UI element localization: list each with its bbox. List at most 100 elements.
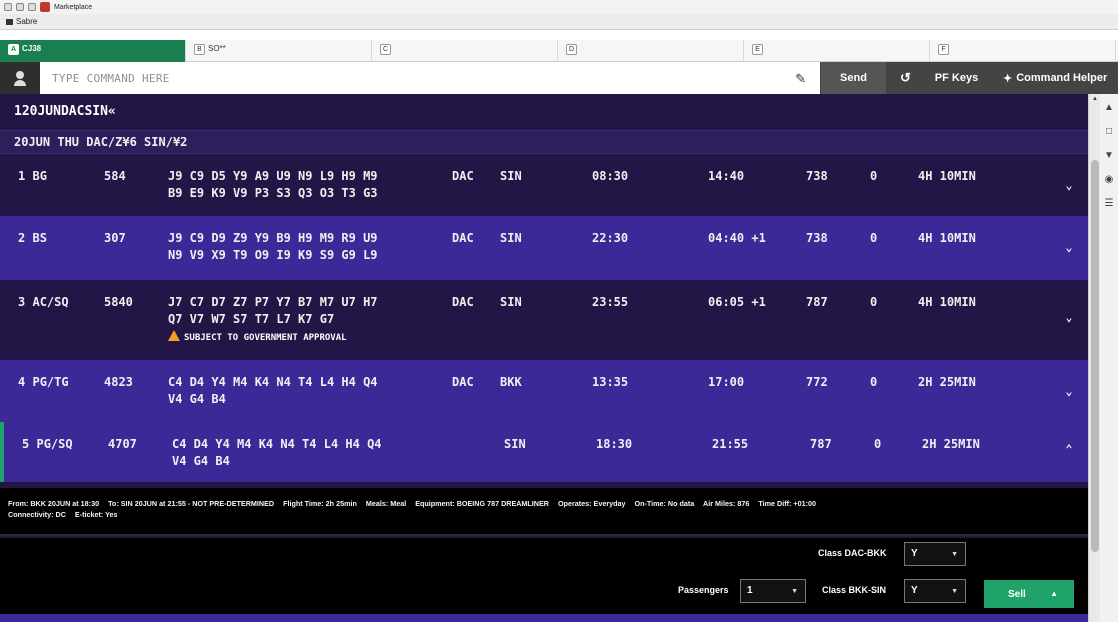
- document-icon[interactable]: □: [1100, 126, 1118, 142]
- detail-time-diff: Time Diff: +01:00: [758, 499, 816, 508]
- pf-keys-button[interactable]: PF Keys: [924, 62, 988, 94]
- row-depart: 08:30: [592, 169, 629, 183]
- tab-label: SO**: [208, 44, 226, 53]
- classes-line-2: V4 G4 B4: [168, 392, 226, 406]
- sell-label: Sell: [1008, 588, 1026, 600]
- settings-icon[interactable]: ◉: [1100, 174, 1118, 190]
- row-depart: 23:55: [592, 295, 629, 309]
- row-arrive: 17:00: [708, 375, 744, 389]
- tab-letter: E: [752, 44, 763, 55]
- chevron-down-icon[interactable]: ⌄: [1062, 384, 1076, 398]
- row-depart: 22:30: [592, 231, 629, 245]
- row-stops: 0: [870, 169, 878, 183]
- arrive-offset: +1: [751, 295, 766, 309]
- command-input[interactable]: [40, 62, 780, 94]
- tab-e[interactable]: E: [744, 40, 930, 62]
- marketplace-label[interactable]: Marketplace: [54, 4, 92, 11]
- tab-b[interactable]: B SO**: [186, 40, 372, 62]
- row-airline: BG: [32, 169, 47, 183]
- row-classes: J7 C7 D7 Z7 P7 Y7 B7 M7 U7 H7 Q7 V7 W7 S7…: [168, 294, 378, 347]
- passengers-value: 1: [747, 585, 753, 596]
- row-origin: DAC: [452, 375, 474, 389]
- arrive-time: 21:55: [712, 437, 749, 451]
- row-flight: 5840: [104, 295, 133, 309]
- flight-details: From: BKK 20JUN at 18:30 To: SIN 20JUN a…: [0, 488, 1088, 536]
- row-number-value: 4: [18, 375, 26, 389]
- edit-icon[interactable]: ✎: [795, 71, 806, 87]
- row-flight: 307: [104, 231, 126, 245]
- classes-line-2: Q7 V7 W7 S7 T7 L7 K7 G7: [168, 312, 335, 326]
- window-icon: [28, 3, 36, 11]
- marketplace-logo-icon: [40, 2, 50, 12]
- command-helper-label: Command Helper: [1016, 72, 1108, 84]
- user-icon[interactable]: [0, 62, 40, 94]
- tab-label: CJ38: [22, 44, 42, 53]
- tab-c[interactable]: C: [372, 40, 558, 62]
- availability-header: 20JUN THU DAC/Z¥6 SIN/¥2: [0, 130, 1088, 154]
- flight-row[interactable]: 1 BG 584 J9 C9 D5 Y9 A9 U9 N9 L9 H9 M9 B9…: [0, 154, 1088, 216]
- home-icon[interactable]: ▲: [1100, 102, 1118, 118]
- detail-air-miles: Air Miles: 876: [703, 499, 750, 508]
- passengers-select[interactable]: 1 ▼: [740, 579, 806, 603]
- row-destination: BKK: [500, 375, 522, 389]
- window-topbar: Marketplace: [0, 0, 1118, 14]
- classes-line-2: B9 E9 K9 V9 P3 S3 Q3 O3 T3 G3: [168, 186, 378, 200]
- row-airline: PG/SQ: [36, 437, 73, 451]
- detail-to: To: SIN 20JUN at 21:55 - NOT PRE-DETERMI…: [108, 499, 275, 508]
- command-bar: ✎ Send ↺ PF Keys ✦Command Helper: [0, 62, 1118, 94]
- tab-f[interactable]: F: [930, 40, 1116, 62]
- scrollbar-thumb[interactable]: [1091, 160, 1099, 552]
- row-number-value: 2: [18, 231, 26, 245]
- pin-icon[interactable]: ▼: [1100, 150, 1118, 166]
- terminal-output: 120JUNDACSIN« 20JUN THU DAC/Z¥6 SIN/¥2 1…: [0, 94, 1088, 622]
- arrive-time: 14:40: [708, 169, 745, 183]
- row-stops: 0: [870, 375, 878, 389]
- class-bkk-sin-value: Y: [911, 585, 918, 596]
- tab-letter: D: [566, 44, 577, 55]
- row-arrive: 21:55: [712, 437, 748, 451]
- detail-operates: Operates: Everyday: [557, 499, 626, 508]
- row-equipment: 772: [806, 375, 828, 389]
- classes-line-1: C4 D4 Y4 M4 K4 N4 T4 L4 H4 Q4: [172, 437, 382, 451]
- send-button[interactable]: Send: [820, 62, 886, 94]
- tab-a[interactable]: A CJ38: [0, 40, 186, 63]
- detail-on-time: On-Time: No data: [634, 499, 695, 508]
- app-icon: [6, 18, 13, 25]
- row-classes: J9 C9 D5 Y9 A9 U9 N9 L9 H9 M9 B9 E9 K9 V9…: [168, 168, 378, 202]
- command-helper-button[interactable]: ✦ Command Helper: [988, 62, 1118, 94]
- class-dac-bkk-select[interactable]: Y ▼: [904, 542, 966, 566]
- flight-row[interactable]: 4 PG/TG 4823 C4 D4 Y4 M4 K4 N4 T4 L4 H4 …: [0, 360, 1088, 422]
- classes-line-2: N9 V9 X9 T9 O9 I9 K9 S9 G9 L9: [168, 248, 378, 262]
- scroll-up-icon[interactable]: ▲: [1092, 96, 1098, 102]
- tab-d[interactable]: D: [558, 40, 744, 62]
- row-duration: 4H 10MIN: [918, 169, 976, 183]
- app-title-bar: Sabre: [0, 14, 1118, 30]
- sell-button[interactable]: Sell ▲: [984, 580, 1074, 608]
- row-airline: BS: [32, 231, 47, 245]
- row-airline: PG/TG: [32, 375, 69, 389]
- detail-connectivity: Connectivity: DC: [8, 510, 66, 519]
- flight-row-selected[interactable]: 5 PG/SQ 4707 C4 D4 Y4 M4 K4 N4 T4 L4 H4 …: [0, 422, 1088, 482]
- tab-letter: C: [380, 44, 391, 55]
- flight-row[interactable]: 2 BS 307 J9 C9 D9 Z9 Y9 B9 H9 M9 R9 U9 N9…: [0, 216, 1088, 280]
- row-airline: AC/SQ: [32, 295, 69, 309]
- chevron-up-icon[interactable]: ⌃: [1062, 442, 1076, 456]
- chevron-down-icon: ▼: [791, 588, 798, 595]
- class-bkk-sin-select[interactable]: Y ▼: [904, 579, 966, 603]
- chevron-down-icon[interactable]: ⌄: [1062, 178, 1076, 192]
- row-equipment: 738: [806, 231, 828, 245]
- chevron-down-icon[interactable]: ⌄: [1062, 240, 1076, 254]
- terminal-scrollbar[interactable]: ▲: [1088, 94, 1100, 622]
- undo-icon[interactable]: ↺: [886, 62, 924, 94]
- chevron-down-icon[interactable]: ⌄: [1062, 310, 1076, 324]
- menu-icon[interactable]: ☰: [1100, 198, 1118, 214]
- row-number-value: 5: [22, 437, 30, 451]
- row-number: 5 PG/SQ: [22, 437, 73, 451]
- detail-eticket: E-ticket: Yes: [74, 510, 118, 519]
- chevron-up-icon: ▲: [1050, 589, 1058, 598]
- row-number: 4 PG/TG: [18, 375, 69, 389]
- flight-row[interactable]: 3 AC/SQ 5840 J7 C7 D7 Z7 P7 Y7 B7 M7 U7 …: [0, 280, 1088, 360]
- tab-letter: A: [8, 44, 19, 55]
- row-duration: 2H 25MIN: [922, 437, 980, 451]
- session-tabs: A CJ38 B SO** C D E F: [0, 40, 1118, 63]
